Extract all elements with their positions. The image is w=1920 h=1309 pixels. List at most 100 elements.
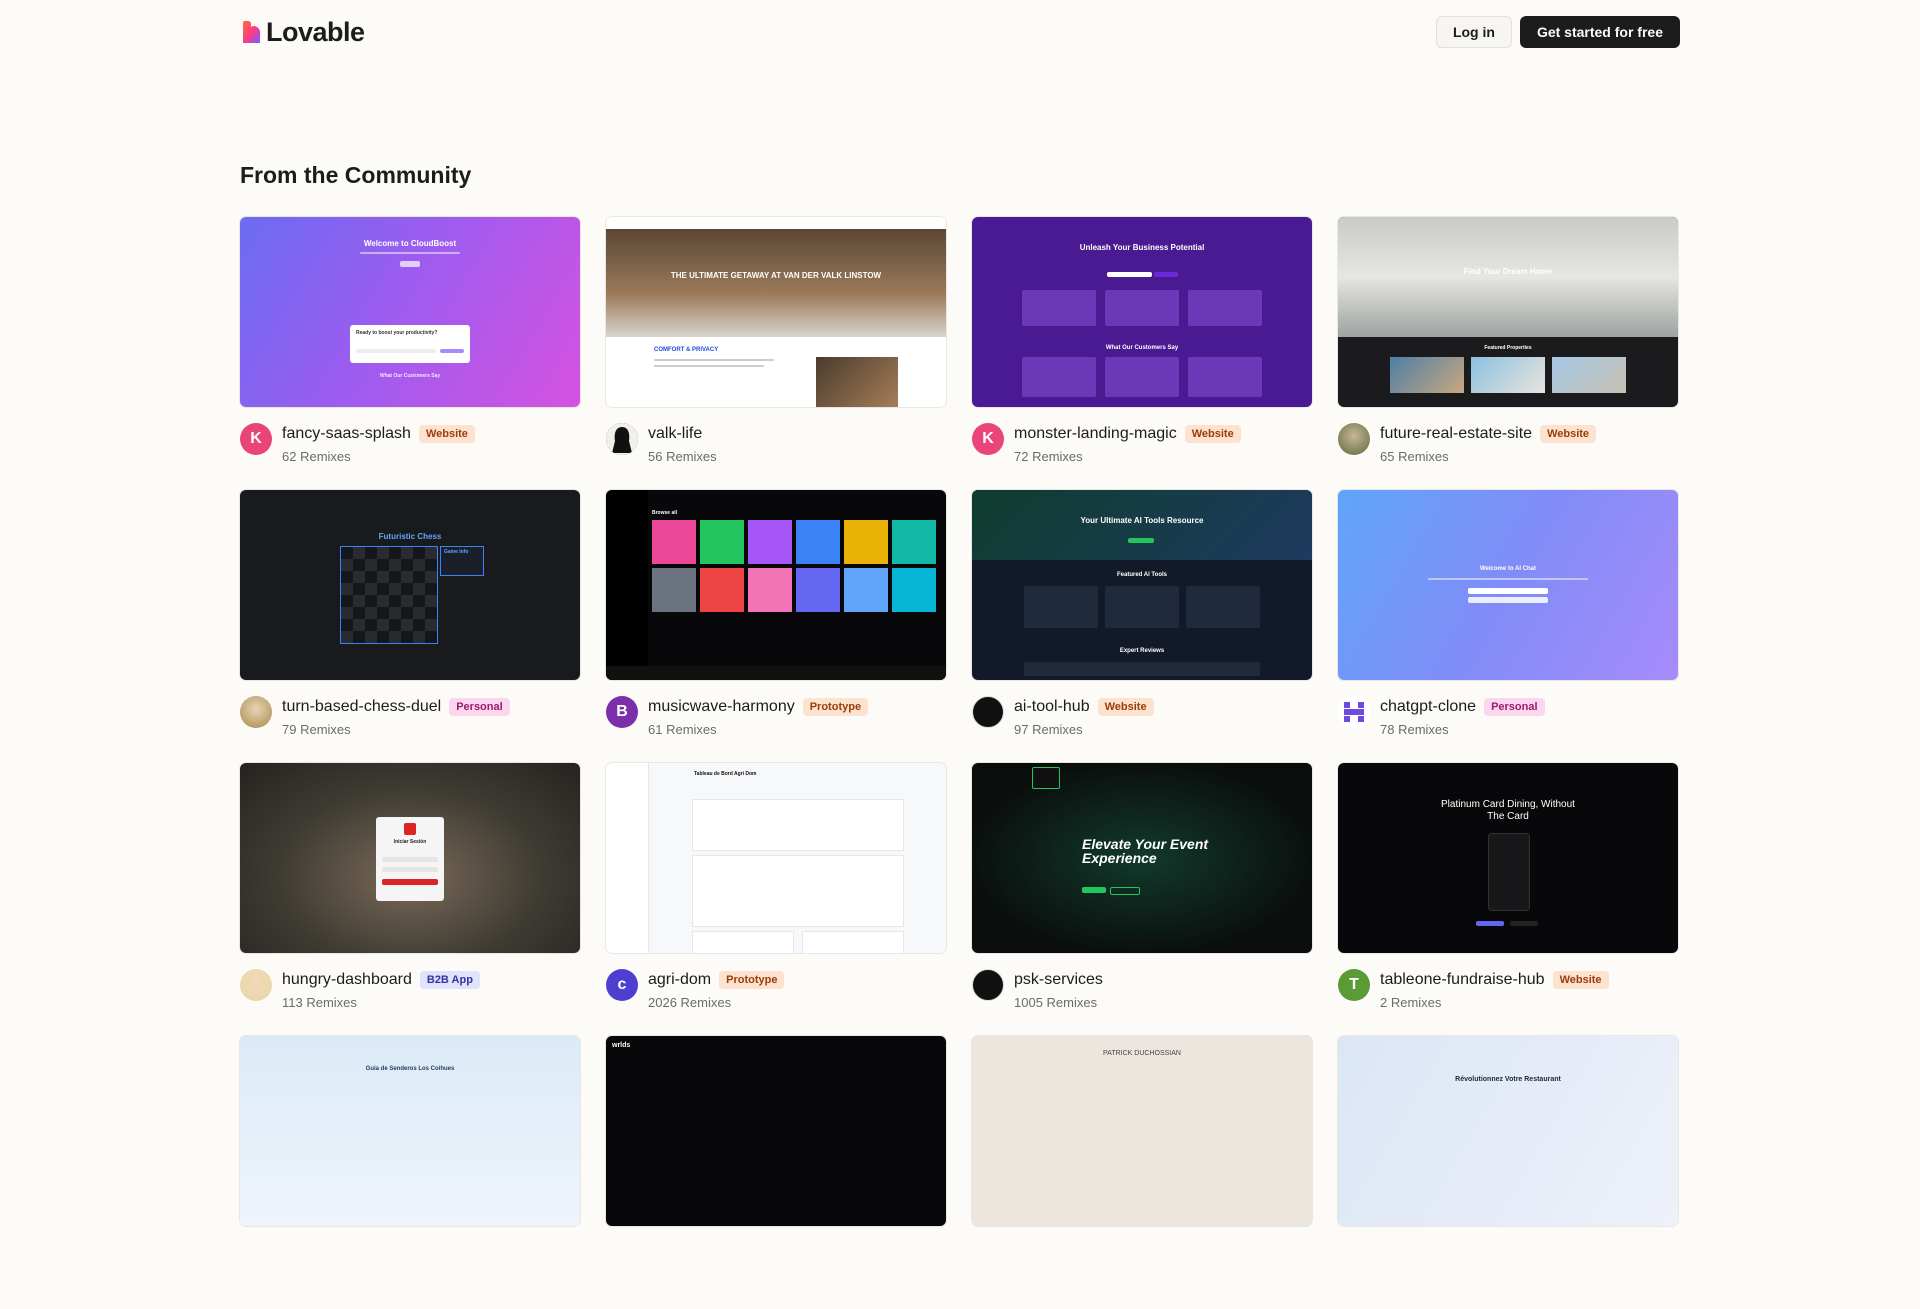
project-name[interactable]: valk-life [648,425,702,443]
logo[interactable]: Lovable [240,17,365,48]
project-thumbnail[interactable]: Platinum Card Dining, Without The Card [1338,763,1678,953]
project-card[interactable]: Iniciar Sesión hungry-dashboard B2B App … [240,763,580,1036]
thumb-button [1082,887,1106,893]
thumb-testimonial [1188,357,1262,397]
project-card[interactable]: Find Your Dream Home Featured Properties… [1338,217,1678,490]
card-meta: ai-tool-hub Website 97 Remixes [972,696,1312,737]
project-card[interactable]: Welcome to AI Chat chatgpt-clone Persona… [1338,490,1678,763]
project-thumbnail[interactable]: Révolutionnez Votre Restaurant [1338,1036,1678,1226]
name-row: turn-based-chess-duel Personal [282,696,510,718]
genre-tile [844,520,888,564]
avatar: K [240,423,272,455]
avatar [972,969,1004,1001]
project-thumbnail[interactable]: THE ULTIMATE GETAWAY AT VAN DER VALK LIN… [606,217,946,407]
project-thumbnail[interactable]: Welcome to CloudBoost Ready to boost you… [240,217,580,407]
project-card[interactable]: THE ULTIMATE GETAWAY AT VAN DER VALK LIN… [606,217,946,490]
get-started-button[interactable]: Get started for free [1519,16,1680,48]
thumb-player-bar [606,666,946,680]
project-card[interactable]: Unleash Your Business Potential What Our… [972,217,1312,490]
project-card[interactable]: Futuristic Chess Game Info turn-based-ch… [240,490,580,763]
thumb-button [382,879,438,885]
project-card-partial[interactable]: Révolutionnez Votre Restaurant [1338,1036,1678,1309]
thumb-line [360,252,460,254]
avatar [240,696,272,728]
thumb-line [654,359,774,361]
project-name[interactable]: monster-landing-magic [1014,425,1177,443]
name-row: agri-dom Prototype [648,969,785,991]
thumb-genre-grid [652,520,936,612]
project-card[interactable]: Your Ultimate AI Tools Resource Featured… [972,490,1312,763]
thumb-feature-card [1188,290,1262,326]
thumb-input [382,857,438,862]
card-meta: T tableone-fundraise-hub Website 2 Remix… [1338,969,1678,1010]
project-thumbnail[interactable]: Your Ultimate AI Tools Resource Featured… [972,490,1312,680]
remix-count: 65 Remixes [1380,449,1449,464]
genre-tile [892,520,936,564]
thumb-login-panel: Iniciar Sesión [376,817,444,901]
name-row: musicwave-harmony Prototype [648,696,869,718]
project-card-partial[interactable]: Guía de Senderos Los Coihues [240,1036,580,1309]
name-row: ai-tool-hub Website [1014,696,1154,718]
project-name[interactable]: hungry-dashboard [282,971,412,989]
project-card[interactable]: Welcome to CloudBoost Ready to boost you… [240,217,580,490]
genre-tile [844,568,888,612]
thumb-sub: Ready to boost your productivity? [356,330,438,336]
category-badge: Website [1540,425,1597,443]
thumb-testimonial [1022,357,1096,397]
project-name[interactable]: tableone-fundraise-hub [1380,971,1545,989]
thumb-title: Welcome to AI Chat [1479,566,1536,572]
project-card[interactable]: Browse all B musicwave-harmony Prototype… [606,490,946,763]
project-name[interactable]: future-real-estate-site [1380,425,1532,443]
project-name[interactable]: fancy-saas-splash [282,425,411,443]
project-card[interactable]: Tableau de Bord Agri Dom c agri-dom Prot… [606,763,946,1036]
name-row: hungry-dashboard B2B App [282,969,480,991]
project-name[interactable]: psk-services [1014,971,1103,989]
thumb-panel [692,931,794,953]
genre-tile [748,568,792,612]
thumb-foot: What Our Customers Say [379,373,441,379]
login-button[interactable]: Log in [1435,16,1512,48]
avatar [606,423,638,455]
project-card-partial[interactable]: PATRICK DUCHOSSIAN [972,1036,1312,1309]
project-card[interactable]: Elevate Your Event Experience psk-servic… [972,763,1312,1036]
project-thumbnail[interactable]: Tableau de Bord Agri Dom [606,763,946,953]
project-thumbnail[interactable]: Unleash Your Business Potential What Our… [972,217,1312,407]
thumb-foot: Expert Reviews [1119,648,1165,654]
project-thumbnail[interactable]: Browse all [606,490,946,680]
genre-tile [652,568,696,612]
card-info: agri-dom Prototype 2026 Remixes [648,969,785,1010]
top-header: Lovable Log in Get started for free [240,0,1680,64]
project-thumbnail[interactable]: Find Your Dream Home Featured Properties [1338,217,1678,407]
thumb-sub: Featured Properties [1484,345,1532,351]
project-card-partial[interactable]: wrlds [606,1036,946,1309]
thumb-title: Browse all [652,510,678,516]
thumb-button [1510,921,1538,926]
genre-tile [652,520,696,564]
project-name[interactable]: turn-based-chess-duel [282,698,441,716]
avatar: c [606,969,638,1001]
project-thumbnail[interactable]: PATRICK DUCHOSSIAN [972,1036,1312,1226]
project-thumbnail[interactable]: Guía de Senderos Los Coihues [240,1036,580,1226]
category-badge: B2B App [419,971,480,989]
category-badge: Website [418,425,475,443]
project-thumbnail[interactable]: Iniciar Sesión [240,763,580,953]
community-grid: Welcome to CloudBoost Ready to boost you… [240,217,1680,1309]
project-thumbnail[interactable]: Futuristic Chess Game Info [240,490,580,680]
project-name[interactable]: agri-dom [648,971,711,989]
thumb-property [1471,357,1545,393]
card-info: fancy-saas-splash Website 62 Remixes [282,423,475,464]
thumb-property [1552,357,1626,393]
project-name[interactable]: ai-tool-hub [1014,698,1090,716]
logo-text: Lovable [266,16,365,47]
thumb-input [382,867,438,872]
avatar: B [606,696,638,728]
project-name[interactable]: chatgpt-clone [1380,698,1476,716]
project-thumbnail[interactable]: Welcome to AI Chat [1338,490,1678,680]
project-card[interactable]: Platinum Card Dining, Without The Card T… [1338,763,1678,1036]
project-name[interactable]: musicwave-harmony [648,698,795,716]
thumb-property [1390,357,1464,393]
thumb-reviews [1024,662,1260,676]
project-thumbnail[interactable]: Elevate Your Event Experience [972,763,1312,953]
project-thumbnail[interactable]: wrlds [606,1036,946,1226]
category-badge: Personal [449,698,510,716]
